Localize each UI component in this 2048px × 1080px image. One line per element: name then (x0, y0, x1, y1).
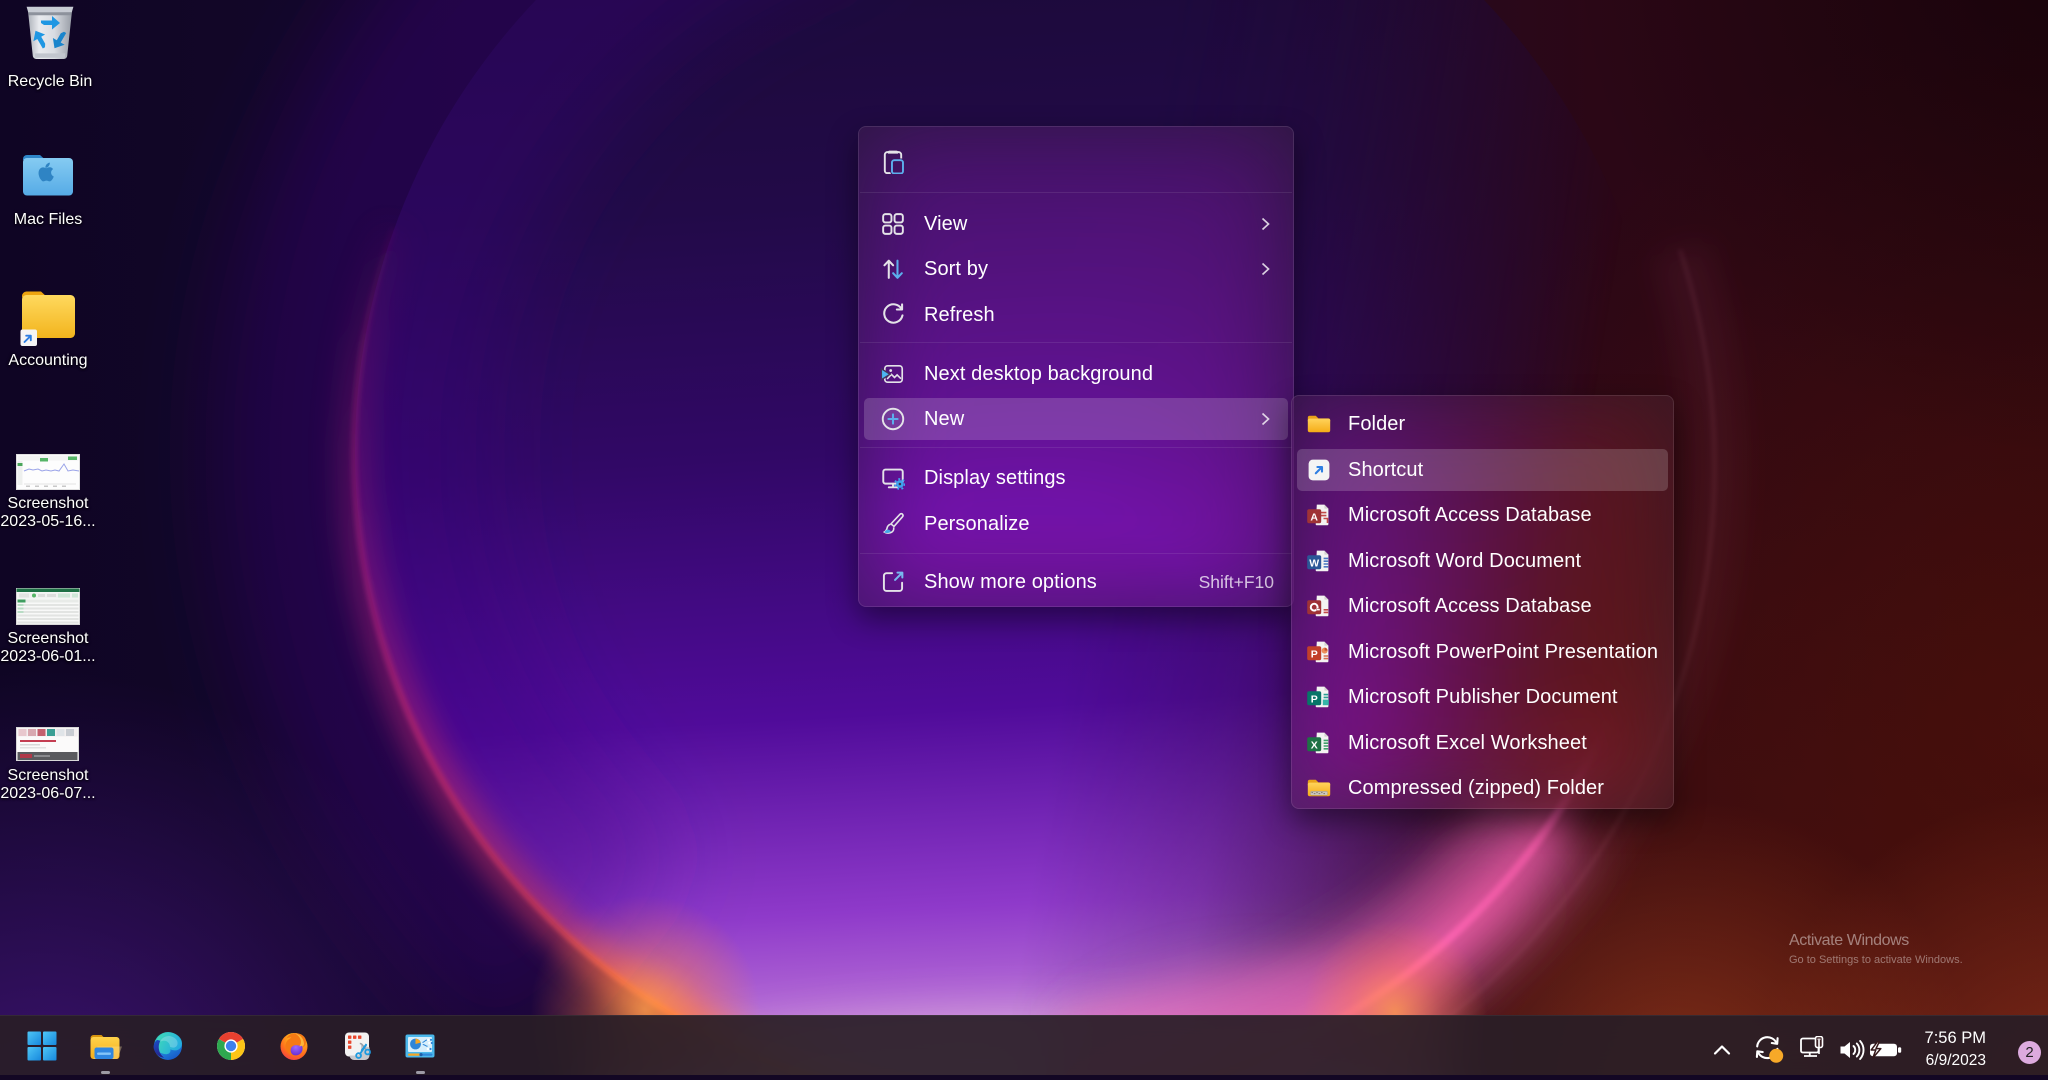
svg-text:A: A (1310, 511, 1318, 523)
svg-text:X: X (1311, 739, 1318, 751)
svg-text:W: W (1309, 557, 1319, 569)
svg-text:P: P (1311, 648, 1318, 660)
svg-text:P: P (1311, 693, 1318, 705)
